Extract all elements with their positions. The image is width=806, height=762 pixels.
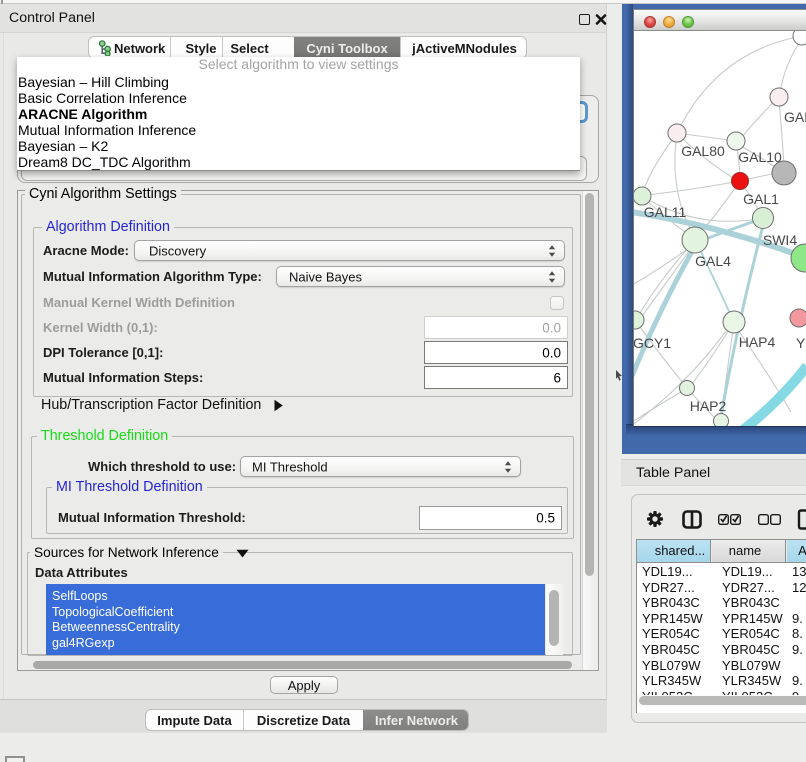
svg-text:HAP4: HAP4: [739, 334, 776, 350]
svg-text:GAL2: GAL2: [784, 109, 806, 125]
svg-text:YM: YM: [796, 335, 806, 351]
svg-text:GAL10: GAL10: [738, 149, 782, 165]
svg-text:GAL11: GAL11: [644, 204, 687, 220]
svg-text:HAP2: HAP2: [690, 398, 727, 414]
svg-text:GAL80: GAL80: [681, 143, 725, 159]
svg-text:GCY1: GCY1: [634, 335, 671, 351]
svg-text:GAL1: GAL1: [743, 191, 779, 207]
svg-text:SWI4: SWI4: [763, 232, 797, 248]
svg-text:GAL4: GAL4: [695, 253, 731, 269]
